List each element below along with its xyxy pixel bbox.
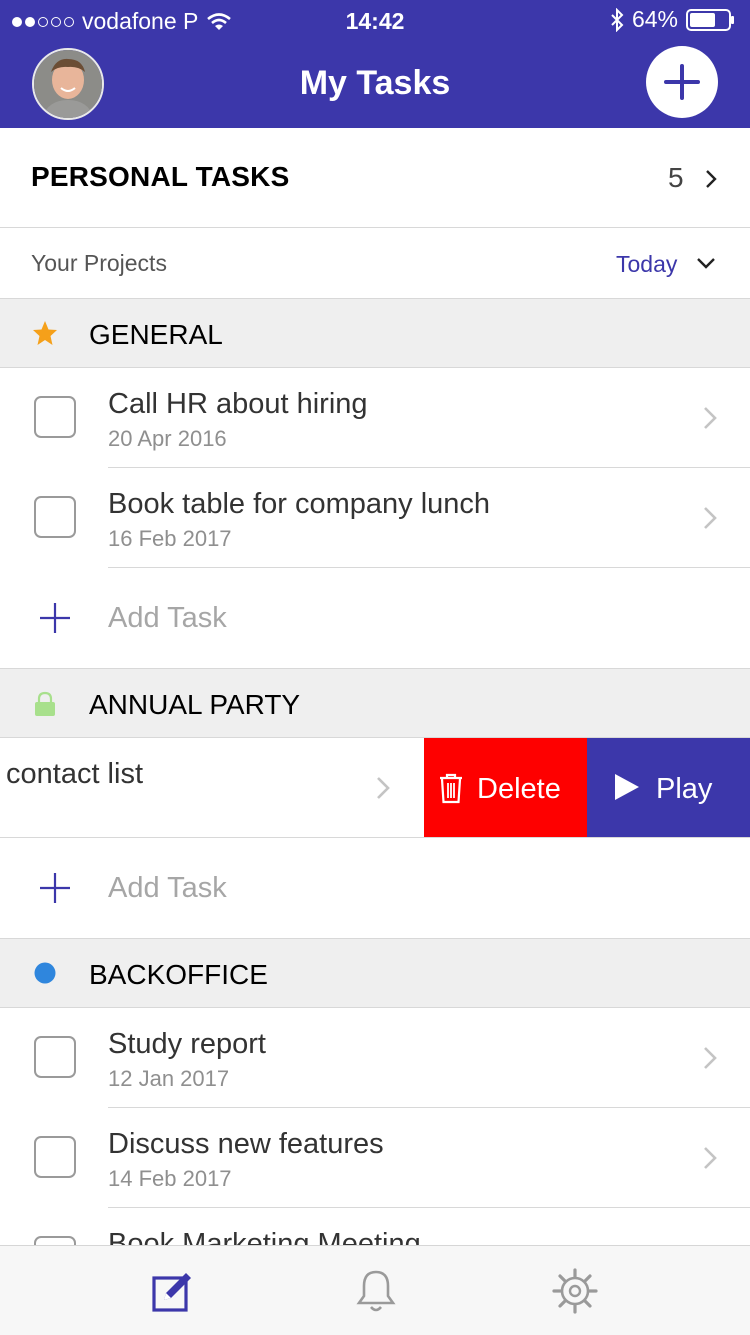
section-header-general[interactable]: GENERAL [0,298,750,368]
projects-header-row: Your Projects Today [0,228,750,298]
gear-icon[interactable] [552,1268,598,1314]
chevron-right-icon [704,507,717,529]
task-checkbox[interactable] [34,496,76,538]
play-button[interactable]: Play [587,738,750,837]
chevron-right-icon [704,407,717,429]
chevron-right-icon [704,1047,717,1069]
task-date: 16 Feb 2017 [108,526,232,551]
bluetooth-icon [611,7,624,32]
chevron-right-icon [704,1147,717,1169]
task-row[interactable]: Call HR about hiring 20 Apr 2016 [0,368,750,468]
date-filter-dropdown[interactable]: Today [616,251,677,278]
task-title: Discuss new features [108,1128,384,1160]
task-title: Book Marketing Meeting [108,1228,421,1245]
circle-icon [34,962,56,984]
play-label: Play [656,773,713,805]
delete-button[interactable]: Delete [424,738,587,837]
task-title: Call HR about hiring [108,388,368,420]
task-title: contact list [6,758,143,790]
plus-icon [40,603,70,633]
plus-icon [664,64,700,100]
chevron-down-icon[interactable] [695,255,717,271]
section-header-annual-party[interactable]: ANNUAL PARTY [0,668,750,738]
section-name: GENERAL [89,319,223,350]
personal-tasks-label: PERSONAL TASKS [31,161,290,192]
bell-icon[interactable] [355,1268,397,1314]
lock-icon [35,691,55,716]
task-checkbox[interactable] [34,1036,76,1078]
battery-icon [686,8,734,31]
section-header-backoffice[interactable]: BACKOFFICE [0,938,750,1008]
page-title: My Tasks [299,64,451,102]
task-row[interactable]: Study report 12 Jan 2017 [0,1008,750,1108]
task-row[interactable]: Discuss new features 14 Feb 2017 [0,1108,750,1208]
task-checkbox[interactable] [34,1236,76,1245]
section-name: ANNUAL PARTY [89,689,301,720]
status-right: 64% [610,6,736,33]
battery-percent: 64% [631,6,678,32]
chevron-right-icon [706,170,717,188]
task-date: 14 Feb 2017 [108,1166,232,1191]
tab-bar [0,1245,750,1335]
task-date: 20 Apr 2016 [108,426,227,451]
add-task-label: Add Task [108,602,227,634]
app-header: vodafone P 14:42 64% My Tasks [0,0,750,128]
add-task-button[interactable] [646,46,718,118]
star-icon [33,321,57,345]
task-title: Study report [108,1028,266,1060]
trash-icon [440,773,462,804]
add-task-row[interactable]: Add Task [0,568,750,668]
personal-tasks-count: 5 [668,162,684,193]
task-checkbox[interactable] [34,1136,76,1178]
play-icon [615,774,639,800]
chevron-right-icon [377,777,390,799]
add-task-row[interactable]: Add Task [0,838,750,938]
projects-label: Your Projects [31,250,167,276]
delete-label: Delete [477,773,561,805]
task-row[interactable]: Book Marketing Meeting [0,1208,750,1245]
task-date: 12 Jan 2017 [108,1066,230,1091]
plus-icon [40,873,70,903]
add-task-label: Add Task [108,872,227,904]
task-title: Book table for company lunch [108,488,491,520]
task-checkbox[interactable] [34,396,76,438]
personal-tasks-row[interactable]: PERSONAL TASKS 5 [0,128,750,228]
edit-icon[interactable] [152,1270,194,1312]
task-row[interactable]: Book table for company lunch 16 Feb 2017 [0,468,750,568]
section-name: BACKOFFICE [89,959,268,990]
status-bar: vodafone P 14:42 64% [0,0,750,40]
